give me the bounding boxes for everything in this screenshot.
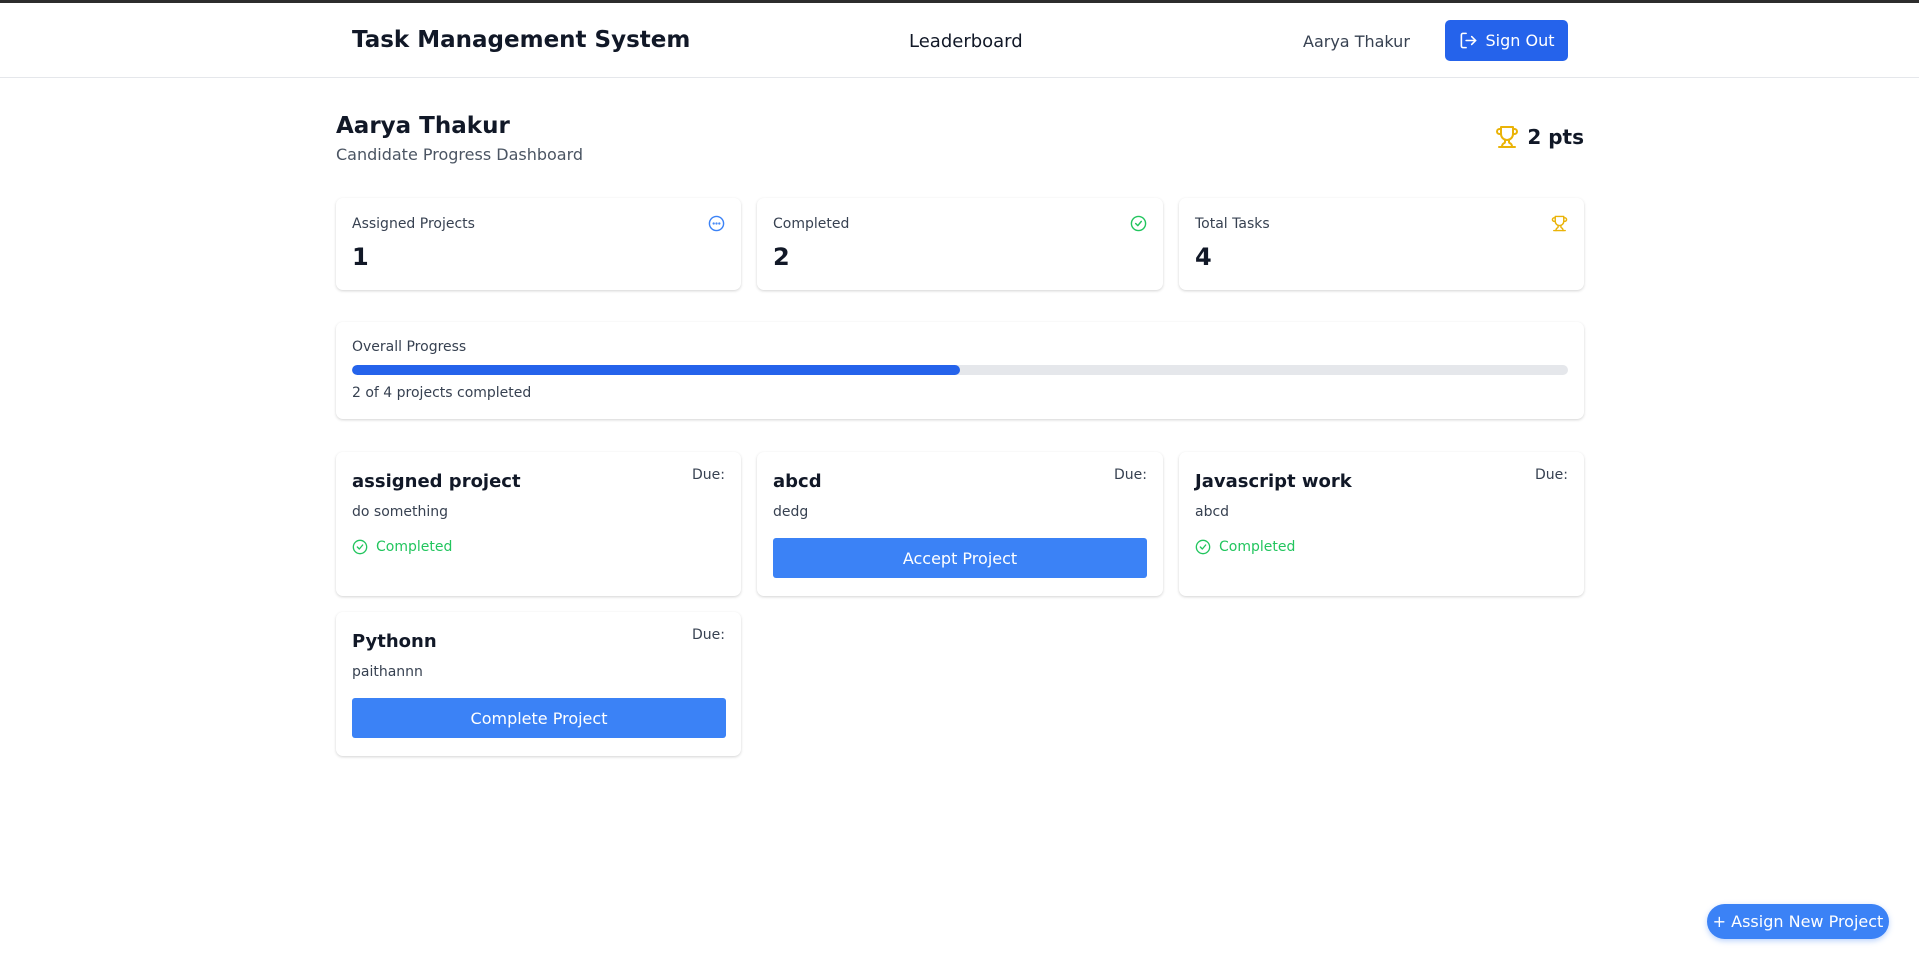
project-card: assigned project Due: do something Compl… xyxy=(336,452,741,596)
brand-title[interactable]: Task Management System xyxy=(352,27,690,53)
check-circle-icon xyxy=(1130,215,1147,232)
progress-text: 2 of 4 projects completed xyxy=(352,385,532,401)
stat-card-completed: Completed 2 xyxy=(757,198,1163,290)
stat-label: Completed xyxy=(773,216,850,232)
page-subtitle: Candidate Progress Dashboard xyxy=(336,145,584,164)
project-card: Pythonn Due: paithannn Complete Project xyxy=(336,612,741,756)
page-title: Aarya Thakur xyxy=(336,113,510,139)
stat-label: Total Tasks xyxy=(1195,216,1270,232)
project-status: Completed xyxy=(1195,539,1295,555)
progress-card: Overall Progress 2 of 4 projects complet… xyxy=(336,322,1584,419)
clock-icon xyxy=(708,215,725,232)
stat-value: 2 xyxy=(773,243,790,271)
points-value: 2 pts xyxy=(1527,125,1584,149)
project-status: Completed xyxy=(352,539,452,555)
stat-label: Assigned Projects xyxy=(352,216,475,232)
sign-out-button[interactable]: Sign Out xyxy=(1445,20,1568,61)
project-card: abcd Due: dedg Accept Project xyxy=(757,452,1163,596)
project-description: do something xyxy=(352,504,449,520)
project-due: Due: xyxy=(692,627,725,643)
project-description: abcd xyxy=(1195,504,1230,520)
trophy-icon xyxy=(1496,126,1519,148)
progress-label: Overall Progress xyxy=(352,339,467,355)
stat-card-assigned: Assigned Projects 1 xyxy=(336,198,741,290)
log-out-icon xyxy=(1460,32,1476,49)
project-title: Javascript work xyxy=(1195,471,1352,492)
check-circle-icon xyxy=(352,539,368,555)
nav-leaderboard-link[interactable]: Leaderboard xyxy=(909,31,1023,52)
stat-value: 4 xyxy=(1195,243,1212,271)
progress-bar xyxy=(352,365,1568,375)
project-due: Due: xyxy=(1535,467,1568,483)
complete-project-button[interactable]: Complete Project xyxy=(352,698,726,738)
nav-user-name: Aarya Thakur xyxy=(1303,32,1410,51)
stat-card-total: Total Tasks 4 xyxy=(1179,198,1584,290)
project-status-label: Completed xyxy=(376,539,453,555)
project-title: Pythonn xyxy=(352,631,437,652)
sign-out-label: Sign Out xyxy=(1485,31,1555,50)
progress-bar-fill xyxy=(352,365,960,375)
check-circle-icon xyxy=(1195,539,1211,555)
stat-value: 1 xyxy=(352,243,369,271)
project-card: Javascript work Due: abcd Completed xyxy=(1179,452,1584,596)
assign-new-project-button[interactable]: + Assign New Project xyxy=(1707,904,1889,939)
project-due: Due: xyxy=(1114,467,1147,483)
trophy-icon xyxy=(1551,215,1568,232)
project-due: Due: xyxy=(692,467,725,483)
accept-project-button[interactable]: Accept Project xyxy=(773,538,1147,578)
project-description: paithannn xyxy=(352,664,423,680)
project-title: assigned project xyxy=(352,471,521,492)
project-status-label: Completed xyxy=(1219,539,1296,555)
navbar: Task Management System Leaderboard Aarya… xyxy=(0,3,1919,78)
project-title: abcd xyxy=(773,471,822,492)
points-badge: 2 pts xyxy=(1495,125,1584,149)
project-description: dedg xyxy=(773,504,809,520)
